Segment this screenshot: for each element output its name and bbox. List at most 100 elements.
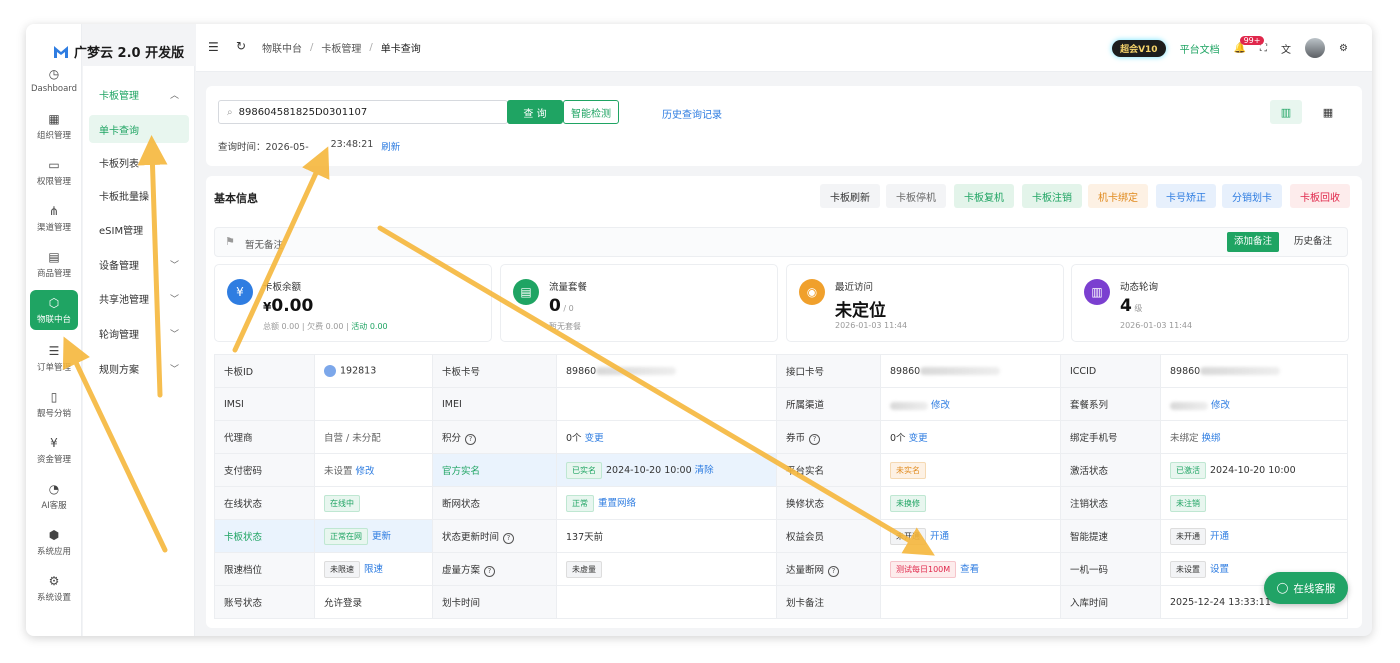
breadcrumb-item[interactable]: 卡板管理	[321, 40, 361, 55]
help-icon[interactable]: ?	[484, 565, 496, 577]
stat-footer: 2026-01-03 11:44	[835, 321, 907, 330]
agent-value: 自营 / 未分配	[314, 420, 433, 454]
action-button[interactable]: 卡板刷新	[820, 184, 880, 208]
action-button[interactable]: 卡板复机	[954, 184, 1014, 208]
submenu-item[interactable]: 卡板批量操	[89, 181, 189, 209]
rail-item-dashboard[interactable]: ◷ Dashboard	[30, 60, 78, 100]
submenu-item[interactable]: 轮询管理 ﹀	[89, 319, 189, 347]
rail-item-wallet[interactable]: ¥ 资金管理	[30, 430, 78, 470]
reset-network-link[interactable]: 重置网络	[598, 498, 636, 509]
submenu-item[interactable]: 单卡查询	[89, 115, 189, 143]
vip-badge[interactable]: 超会V10	[1112, 39, 1166, 57]
transfer-note-value	[880, 585, 1061, 619]
virtual-plan-label: 虚量方案	[442, 564, 481, 576]
bell-icon[interactable]: 🔔 99+	[1234, 35, 1265, 54]
rail-item-list[interactable]: ☰ 订单管理	[30, 338, 78, 378]
table-cell: 已实名 2024-10-20 10:00 清除	[556, 453, 777, 487]
query-time-label: 查询时间：2026-05-	[218, 142, 309, 153]
edit-channel-link[interactable]: 修改	[931, 400, 950, 411]
redacted-mask	[890, 401, 928, 410]
rebind-link[interactable]: 换绑	[1202, 433, 1221, 444]
view-quota-link[interactable]: 查看	[960, 564, 979, 575]
action-button[interactable]: 卡板停机	[886, 184, 946, 208]
help-icon[interactable]: ?	[809, 433, 821, 445]
table-key: 卡板状态	[214, 519, 315, 553]
table-key: 断网状态	[432, 486, 557, 520]
edit-package-link[interactable]: 修改	[1211, 400, 1230, 411]
submenu-item-label: 共享池管理	[99, 294, 149, 306]
rail-item-gear[interactable]: ⚙ 系统设置	[30, 568, 78, 608]
submenu-item[interactable]: 卡板列表	[89, 148, 189, 176]
table-cell: 0个 变更	[556, 420, 777, 454]
settings-icon[interactable]: ⚙	[1339, 43, 1348, 54]
breadcrumb-item[interactable]: 物联中台	[262, 40, 302, 55]
secondary-sidebar: 卡板管理 ︿ 单卡查询卡板列表卡板批量操 eSIM管理 设备管理 ﹀ 共享池管理 ﹀ 轮询管理 ﹀…	[83, 66, 195, 636]
phone-icon: ▯	[50, 389, 58, 404]
imei-value	[556, 387, 777, 421]
change-coupon-link[interactable]: 变更	[909, 433, 928, 444]
submenu-item[interactable]: 设备管理 ﹀	[89, 250, 189, 278]
speed-limit-link[interactable]: 限速	[364, 564, 383, 575]
history-note-button[interactable]: 历史备注	[1287, 232, 1339, 252]
platform-docs-link[interactable]: 平台文档	[1180, 41, 1220, 56]
translate-icon[interactable]: 文	[1281, 41, 1291, 56]
smart-detect-button[interactable]: 智能检测	[563, 100, 619, 124]
status-badge: 未开通	[890, 527, 926, 545]
action-button[interactable]: 卡板注销	[1022, 184, 1082, 208]
rail-item-store[interactable]: ▤ 商品管理	[30, 244, 78, 284]
action-button[interactable]: 卡板回收	[1290, 184, 1350, 208]
add-note-button[interactable]: 添加备注	[1227, 232, 1280, 252]
notification-count: 99+	[1239, 35, 1265, 45]
top-bar-actions: 超会V10 平台文档 🔔 99+ ⛶ 文 ⚙	[1112, 35, 1348, 58]
edit-pay-password-link[interactable]: 修改	[356, 466, 375, 477]
change-points-link[interactable]: 变更	[585, 433, 604, 444]
table-cell: 修改	[1160, 387, 1348, 421]
rail-item-network[interactable]: ⋔ 渠道管理	[30, 198, 78, 238]
help-icon[interactable]: ?	[503, 532, 515, 544]
open-member-link[interactable]: 开通	[930, 531, 949, 542]
app-logo[interactable]: 广梦云 2.0 开发版	[54, 42, 184, 61]
table-key: 智能提速	[1060, 519, 1161, 553]
avatar[interactable]	[1305, 38, 1326, 58]
rail-item-cube[interactable]: ⬢ 系统应用	[30, 522, 78, 562]
refresh-link[interactable]: 刷新	[381, 139, 400, 153]
help-icon[interactable]: ?	[828, 565, 840, 577]
table-key: 虚量方案?	[432, 552, 557, 586]
rail-item-ai[interactable]: ◔ AI客服	[30, 476, 78, 516]
help-icon[interactable]: ?	[465, 433, 477, 445]
table-key: 卡板ID	[214, 354, 315, 388]
history-query-link[interactable]: 历史查询记录	[662, 106, 722, 121]
wallet-icon: ¥	[50, 435, 58, 450]
status-badge: 在线中	[324, 494, 360, 512]
update-status-link[interactable]: 更新	[372, 531, 391, 542]
online-support-button[interactable]: ◯ 在线客服	[1264, 572, 1348, 604]
open-speedup-link[interactable]: 开通	[1210, 531, 1229, 542]
table-key: 所属渠道	[776, 387, 881, 421]
submenu-item[interactable]: 共享池管理 ﹀	[89, 284, 189, 312]
table-key: 达量断网?	[776, 552, 881, 586]
qr-code-button[interactable]: ▦	[1312, 100, 1344, 124]
rail-item-monitor[interactable]: ▭ 权限管理	[30, 152, 78, 192]
note-text: 暂无备注	[245, 240, 284, 251]
rail-item-phone[interactable]: ▯ 靓号分销	[30, 384, 78, 424]
query-button[interactable]: 查 询	[507, 100, 563, 124]
submenu-item-label: 卡板列表	[99, 158, 139, 170]
action-button[interactable]: 卡号矫正	[1156, 184, 1216, 208]
rail-item-grid[interactable]: ▦ 组织管理	[30, 106, 78, 146]
action-button[interactable]: 分销划卡	[1222, 184, 1282, 208]
chart-view-button[interactable]: ▥	[1270, 100, 1302, 124]
submenu-item[interactable]: 规则方案 ﹀	[89, 354, 189, 382]
stat-number: 0.00	[271, 296, 314, 316]
search-input[interactable]: ⌕ 898604581825D0301107	[218, 100, 508, 124]
submenu-item[interactable]: eSIM管理	[89, 215, 189, 243]
clear-realname-link[interactable]: 清除	[695, 465, 714, 476]
reload-icon[interactable]: ↻	[236, 39, 246, 53]
set-code-link[interactable]: 设置	[1210, 564, 1229, 575]
submenu-item[interactable]: 卡板管理 ︿	[89, 80, 189, 108]
rail-item-iot[interactable]: ⬡ 物联中台	[30, 290, 78, 330]
table-row: 账号状态 允许登录 划卡时间 划卡备注 入库时间 2025-12-24 13:33:…	[214, 585, 1348, 619]
pay-password-value: 未设置	[324, 466, 353, 477]
collapse-menu-icon[interactable]: ☰	[208, 40, 219, 54]
stat-footer-extra: 活动 0.00	[351, 322, 388, 331]
action-button[interactable]: 机卡绑定	[1088, 184, 1148, 208]
